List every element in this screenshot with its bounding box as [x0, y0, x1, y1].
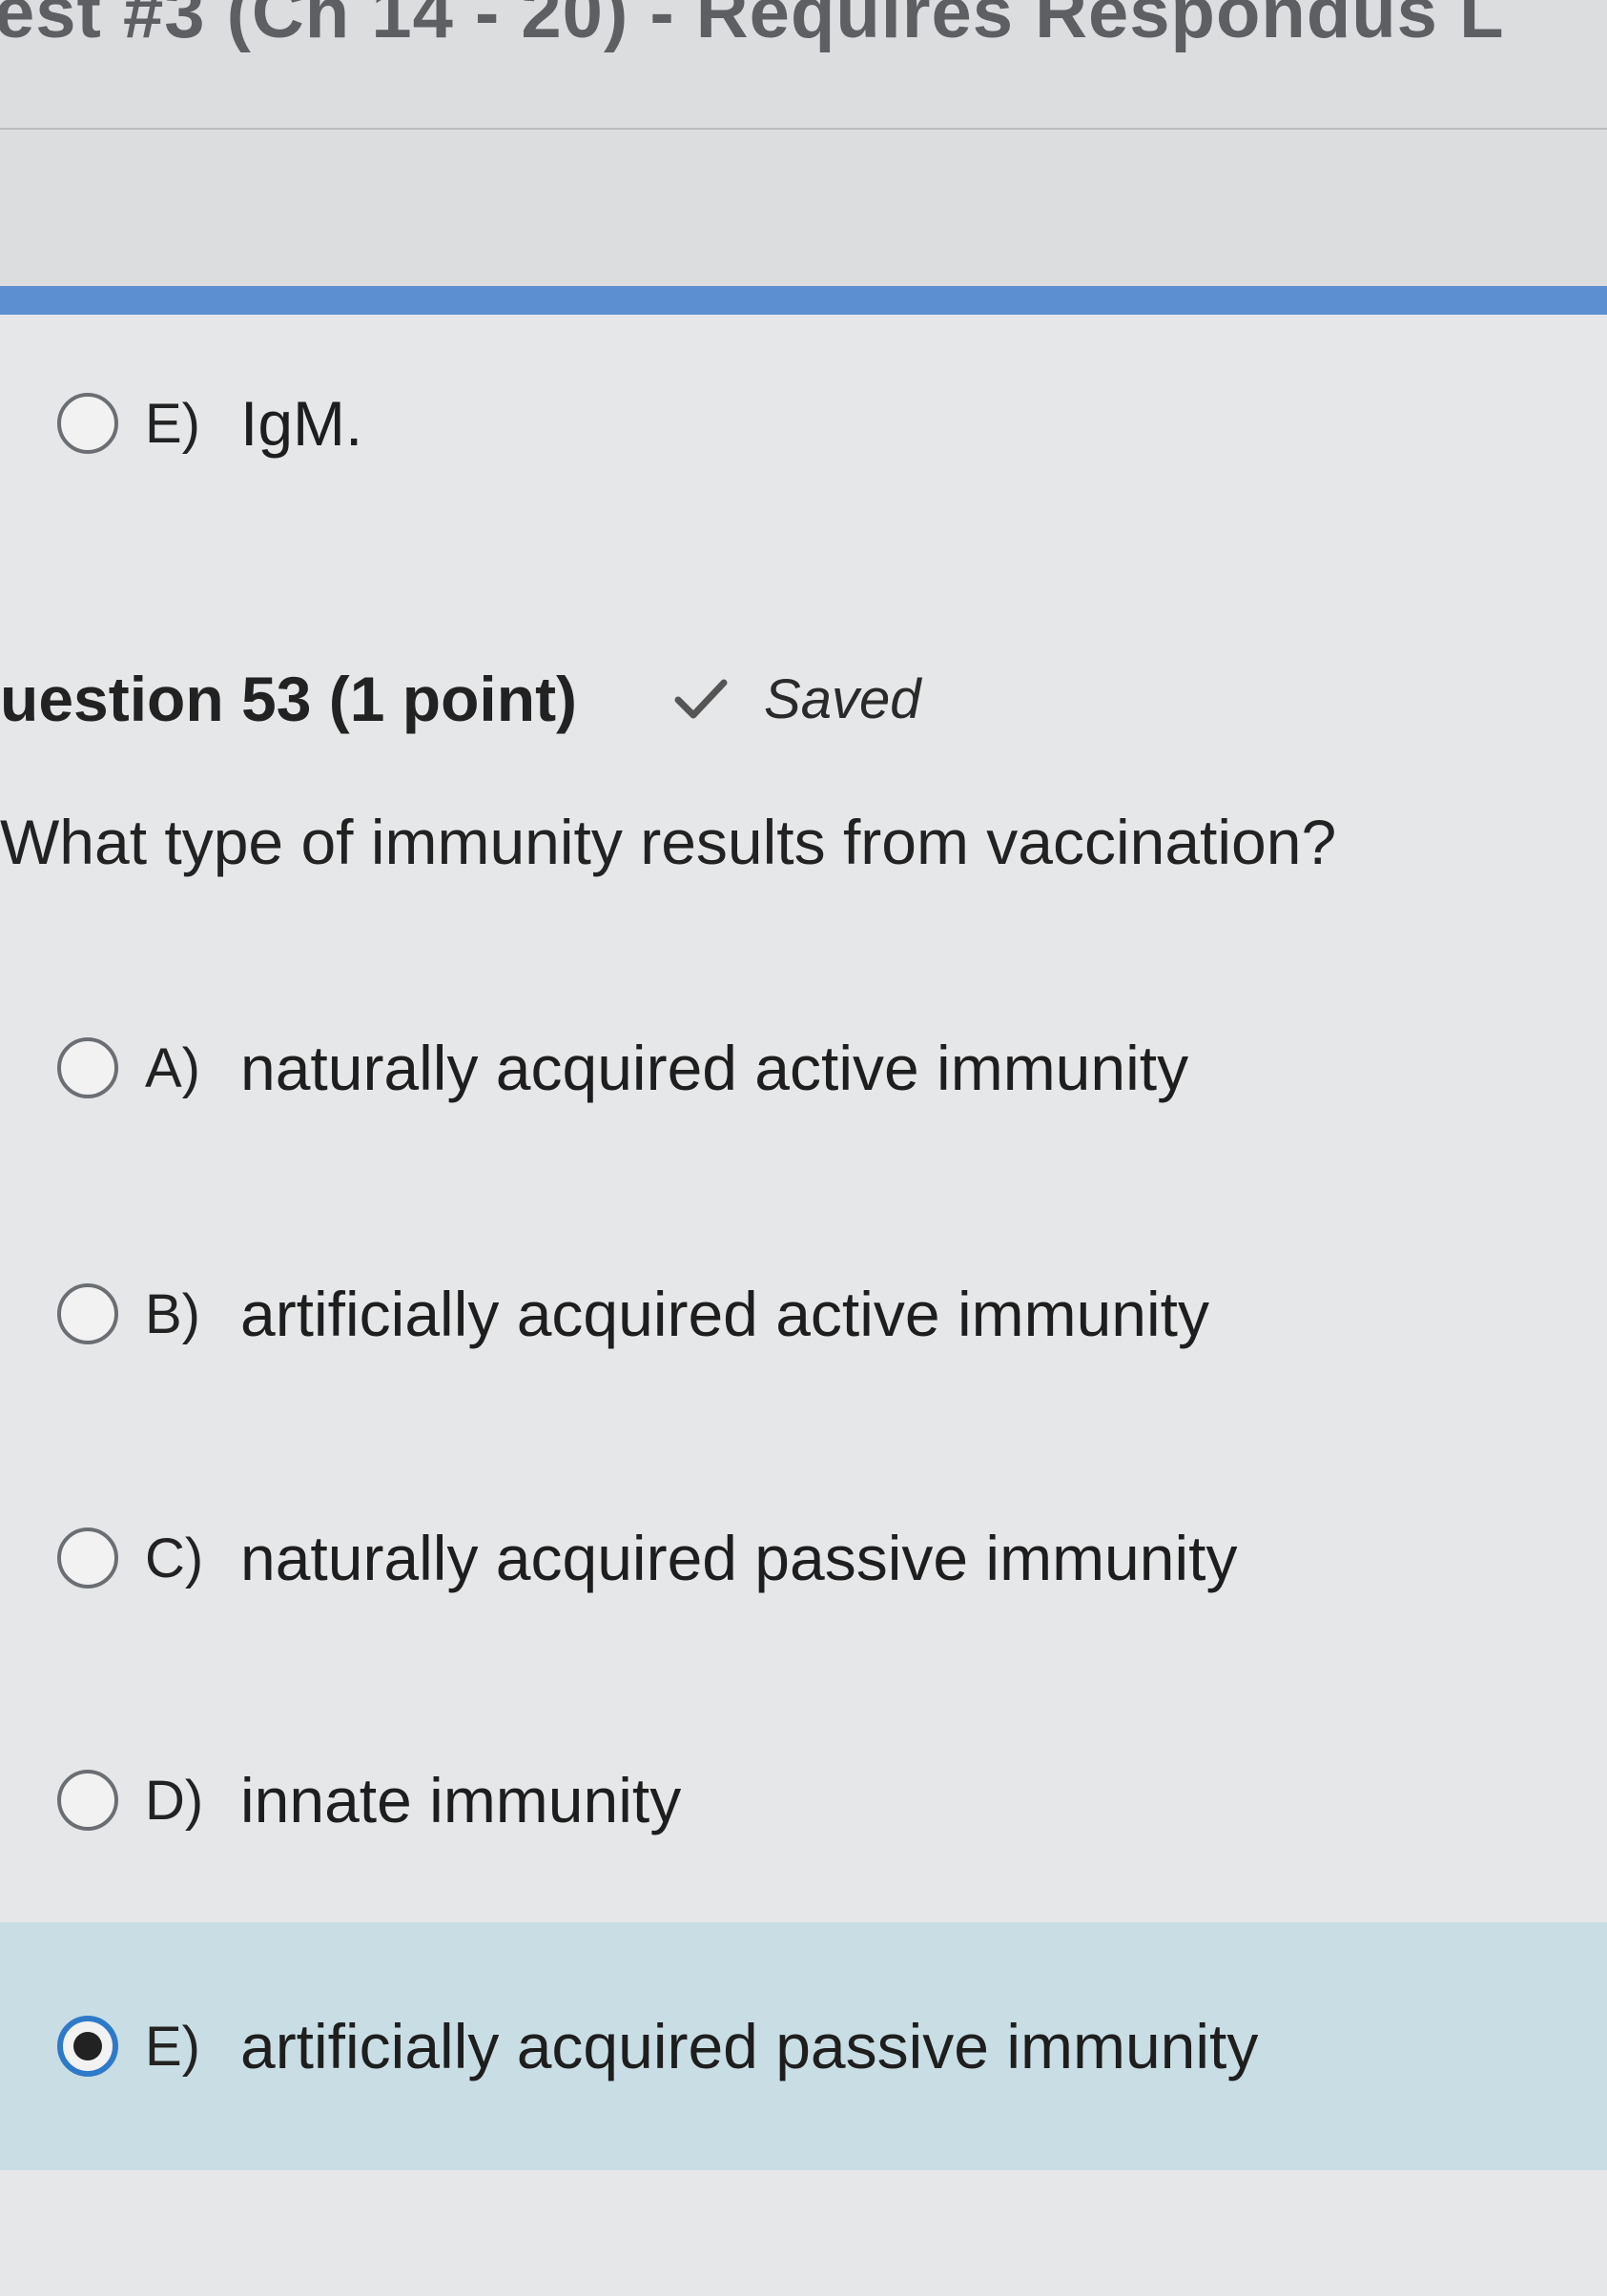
radio-unselected-icon[interactable]: [57, 1283, 118, 1344]
option-a[interactable]: A) naturally acquired active immunity: [57, 1011, 1545, 1125]
question-label: uestion 53 (1 point): [0, 664, 578, 734]
option-text: IgM.: [240, 388, 363, 459]
option-letter: B): [145, 1282, 200, 1345]
option-text: naturally acquired passive immunity: [240, 1523, 1238, 1593]
option-letter: C): [145, 1527, 204, 1589]
option-letter: E): [145, 2015, 200, 2078]
radio-unselected-icon[interactable]: [57, 1037, 118, 1098]
header-accent-bar: [0, 286, 1607, 315]
option-text: naturally acquired active immunity: [240, 1033, 1189, 1103]
option-d[interactable]: D) innate immunity: [57, 1743, 1545, 1857]
quiz-title: est #3 (Ch 14 - 20) - Requires Respondus…: [0, 0, 1505, 53]
option-text: innate immunity: [240, 1765, 682, 1835]
option-letter: E): [145, 392, 200, 455]
option-text: artificially acquired active immunity: [240, 1279, 1210, 1349]
quiz-header: est #3 (Ch 14 - 20) - Requires Respondus…: [0, 0, 1607, 286]
saved-status: Saved: [764, 667, 921, 730]
option-b[interactable]: B) artificially acquired active immunity: [57, 1257, 1545, 1371]
radio-selected-icon[interactable]: [57, 2016, 118, 2077]
option-text: artificially acquired passive immunity: [240, 2011, 1259, 2081]
option-letter: D): [145, 1769, 204, 1832]
option-c[interactable]: C) naturally acquired passive immunity: [57, 1501, 1545, 1615]
radio-dot-icon: [73, 2032, 102, 2060]
radio-unselected-icon[interactable]: [57, 1770, 118, 1831]
option-letter: A): [145, 1036, 200, 1099]
radio-unselected-icon[interactable]: [57, 1527, 118, 1589]
question-prompt: What type of immunity results from vacci…: [0, 807, 1337, 877]
radio-unselected-icon[interactable]: [57, 393, 118, 454]
prev-question-option-e[interactable]: E) IgM.: [57, 366, 1545, 481]
question-header: uestion 53 (1 point) Saved: [0, 663, 921, 735]
checkmark-icon: [674, 679, 728, 719]
header-divider: [0, 128, 1607, 130]
option-e-selected[interactable]: E) artificially acquired passive immunit…: [0, 1922, 1607, 2170]
